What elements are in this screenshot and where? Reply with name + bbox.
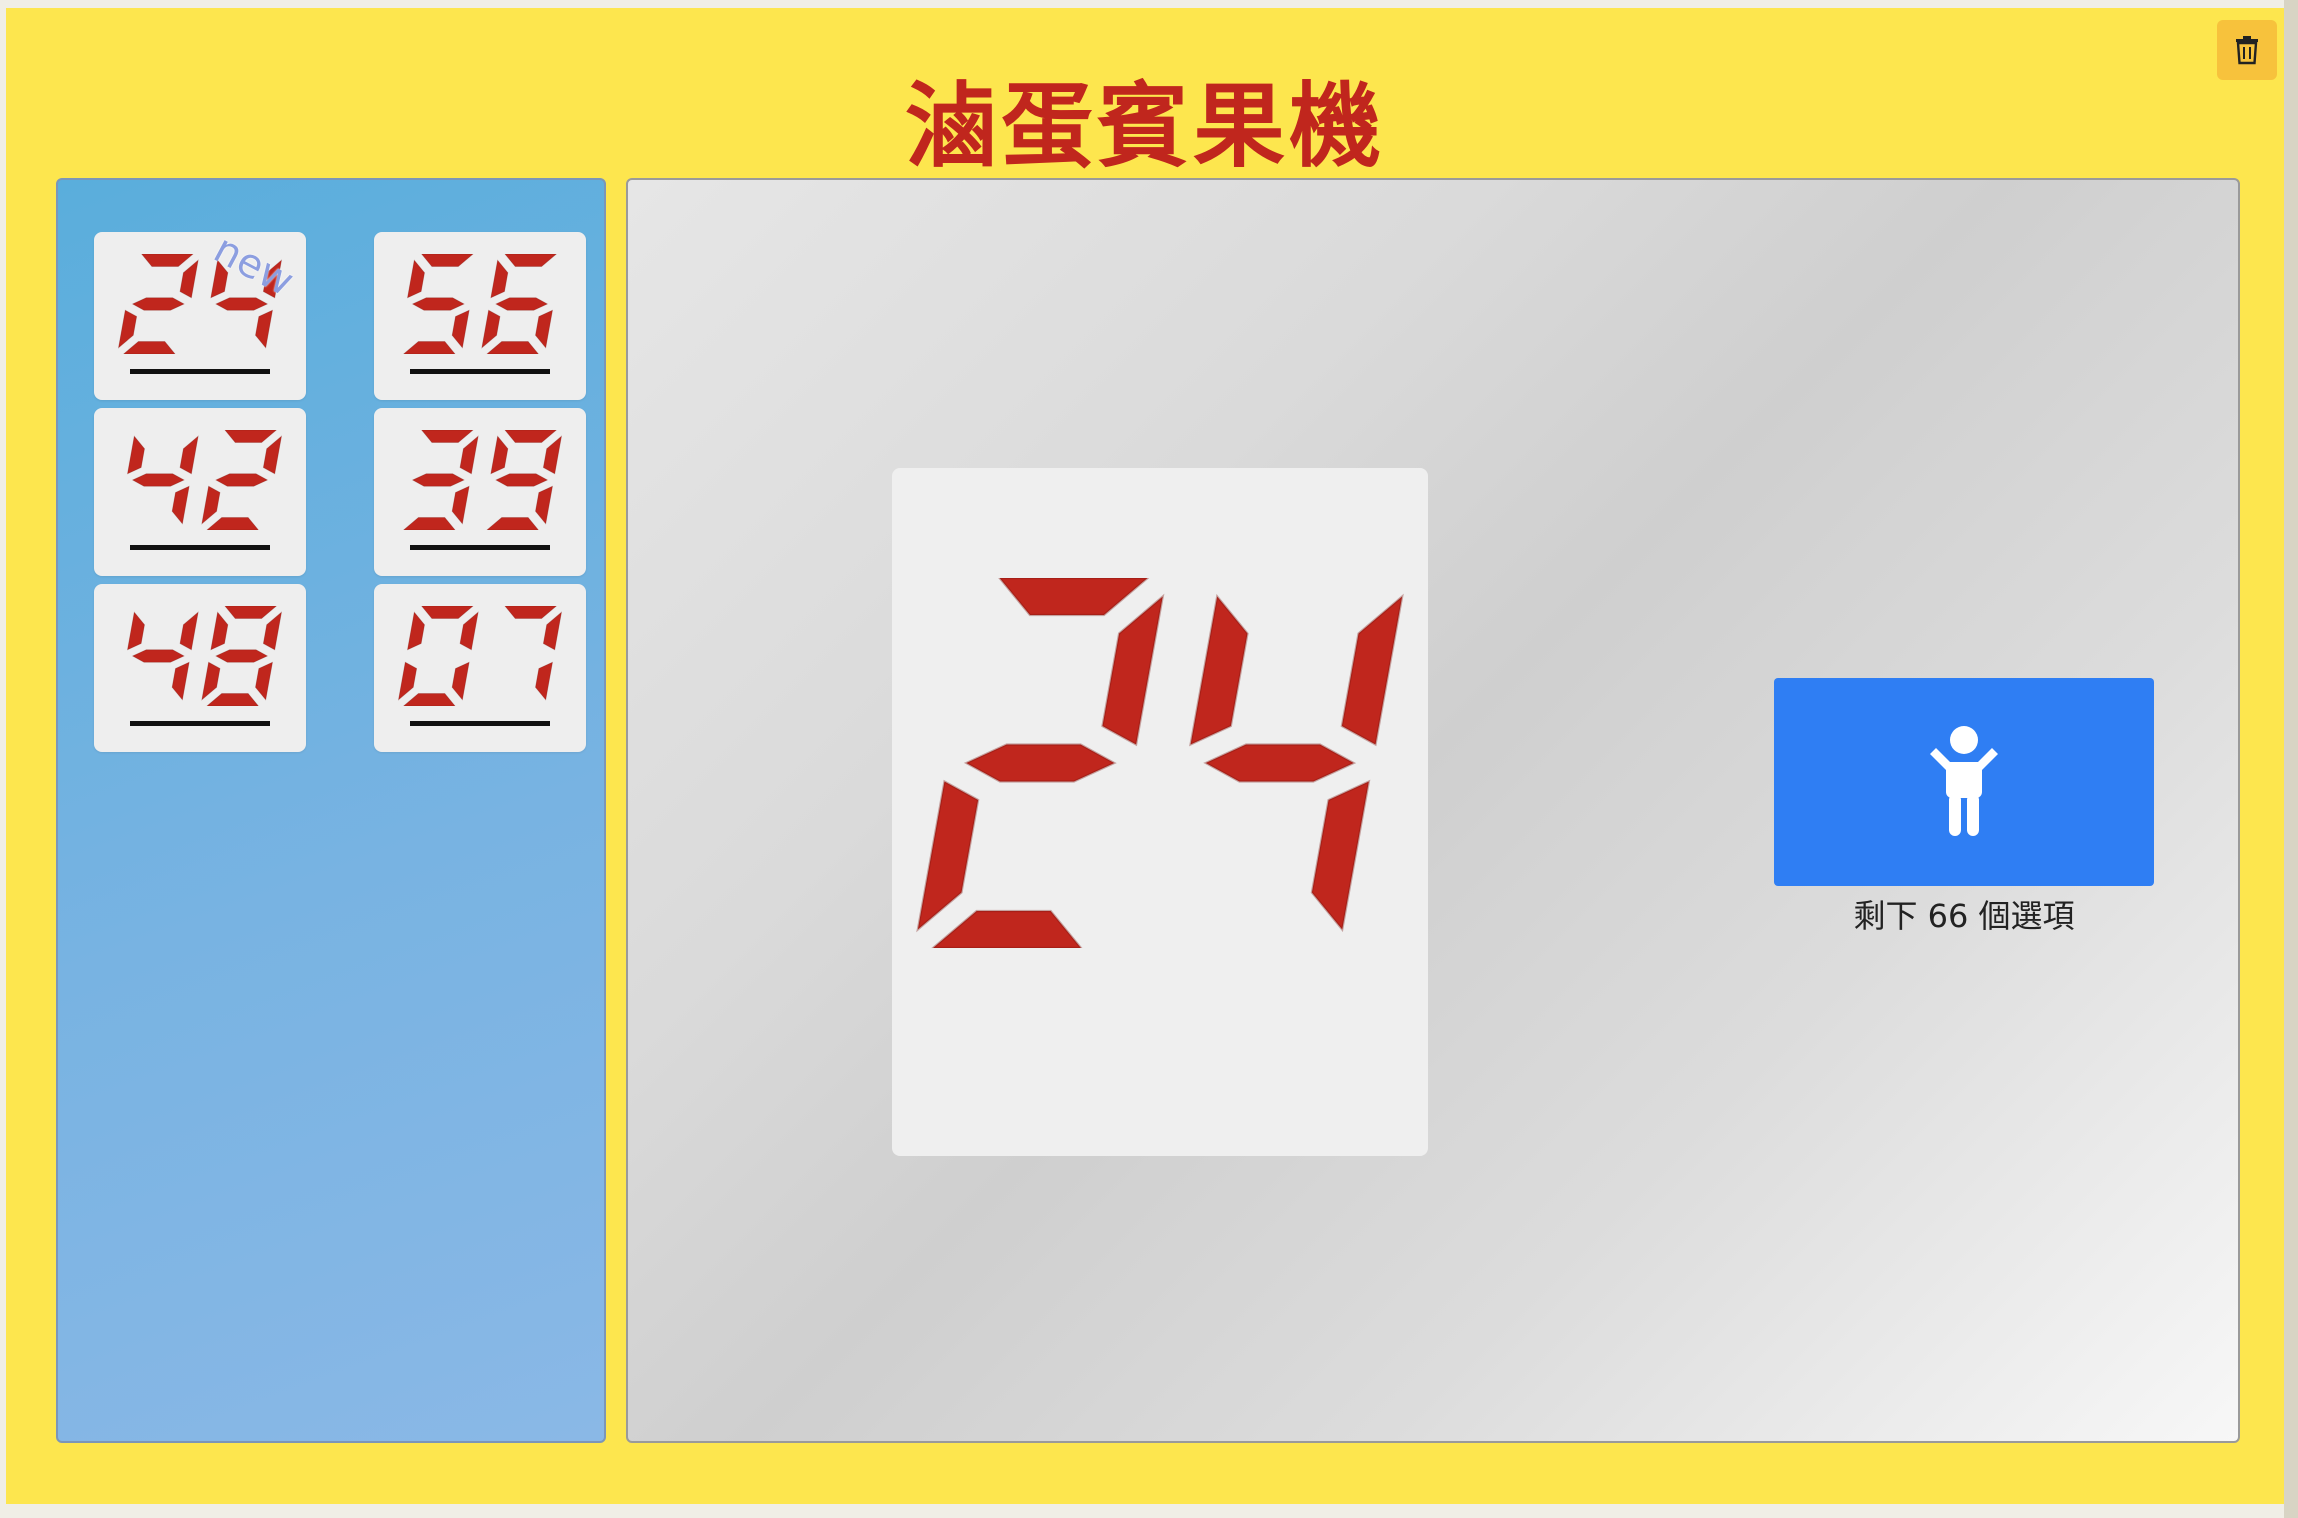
digit-segment-g (215, 473, 269, 487)
digit-segment-g (495, 473, 549, 487)
digit-segment-g (131, 649, 185, 663)
digit-segment-g (1203, 743, 1357, 783)
card-underline (410, 721, 550, 726)
trash-icon (2236, 36, 2258, 65)
digit-segment-b (542, 435, 563, 475)
digit-segment-b (459, 611, 479, 651)
digit-segment-e (481, 309, 501, 349)
digit-segment-f (210, 611, 229, 651)
digit-segment-c (1310, 779, 1371, 933)
digit-segment-f (1189, 593, 1249, 747)
digit-segment-a (504, 606, 557, 619)
history-number (397, 606, 563, 706)
digit-segment-d (486, 341, 539, 354)
digit-segment-g (411, 473, 465, 487)
digit-segment-c (451, 309, 470, 349)
card-underline (130, 545, 270, 550)
digit-segment-c (171, 485, 190, 525)
history-card (374, 584, 586, 752)
digit-segment-a (421, 430, 474, 443)
digit-segment-e (201, 485, 221, 525)
digit-segment-f (127, 435, 145, 475)
digit-segment-a (224, 430, 277, 443)
digit-segment-d (206, 517, 259, 530)
digit-segment-d (123, 341, 176, 354)
digit-segment-b (459, 435, 479, 475)
digit-segment-e (117, 309, 138, 349)
digit-segment-b (262, 435, 283, 475)
digit-segment-a (421, 606, 474, 619)
digit-segment-d (403, 693, 456, 706)
digit-segment-a (224, 606, 277, 619)
digit-segment-c (451, 661, 470, 701)
digit-segment-c (535, 309, 553, 349)
digit-segment-d (931, 909, 1083, 948)
digit-segment-d (403, 517, 456, 530)
history-card (374, 232, 586, 400)
digit-segment-b (179, 611, 199, 651)
digit-segment-a (504, 254, 557, 267)
digit-segment-b (179, 259, 199, 299)
card-underline (410, 545, 550, 550)
digit-segment-g (215, 649, 269, 663)
digit-segment-g (411, 297, 465, 311)
digit-segment-a (141, 254, 194, 267)
digit-segment-f (407, 611, 425, 651)
digit-segment-d (403, 341, 456, 354)
digit-segment-g (215, 297, 269, 311)
page-title: 滷蛋賓果機 (904, 72, 1385, 180)
history-number (127, 606, 283, 706)
child-icon (1930, 726, 1998, 836)
digit-segment-f (490, 259, 509, 299)
digit-segment-b (179, 435, 199, 475)
history-card (374, 408, 586, 576)
digit-segment-b (1340, 593, 1404, 747)
digit-segment-e (201, 661, 221, 701)
digit-segment-c (535, 485, 553, 525)
digit-segment-c (451, 485, 470, 525)
digit-segment-b (542, 611, 563, 651)
history-card (94, 584, 306, 752)
digit-segment-g (131, 297, 185, 311)
digit-segment-a (504, 430, 557, 443)
digit-segment-c (171, 661, 190, 701)
digit-segment-a (998, 578, 1150, 617)
digit-segment-f (490, 435, 509, 475)
history-panel (56, 178, 606, 1443)
remaining-count: 剩下 66 個選項 (1853, 897, 2075, 935)
digit-segment-f (407, 259, 425, 299)
digit-segment-c (255, 309, 273, 349)
card-underline (410, 369, 550, 374)
digit-segment-d (206, 693, 259, 706)
digit-segment-d (486, 517, 539, 530)
history-number (403, 254, 557, 354)
history-number (403, 430, 563, 530)
card-underline (130, 369, 270, 374)
digit-segment-e (916, 779, 980, 933)
draw-button[interactable] (1774, 678, 2154, 886)
digit-segment-c (535, 661, 553, 701)
current-number-display (892, 468, 1428, 1156)
current-number (916, 578, 1404, 948)
digit-segment-g (495, 297, 549, 311)
history-number (127, 430, 283, 530)
digit-segment-g (963, 743, 1117, 783)
bingo-app: 滷蛋賓果機 剩下 66 個選項 new (6, 8, 2284, 1504)
card-underline (130, 721, 270, 726)
digit-segment-c (255, 661, 273, 701)
digit-segment-b (1101, 593, 1165, 747)
digit-segment-e (397, 661, 418, 701)
digit-segment-b (262, 611, 283, 651)
history-card (94, 408, 306, 576)
digit-segment-a (421, 254, 474, 267)
digit-segment-g (131, 473, 185, 487)
digit-segment-f (127, 611, 145, 651)
window-edge (2284, 0, 2298, 1518)
